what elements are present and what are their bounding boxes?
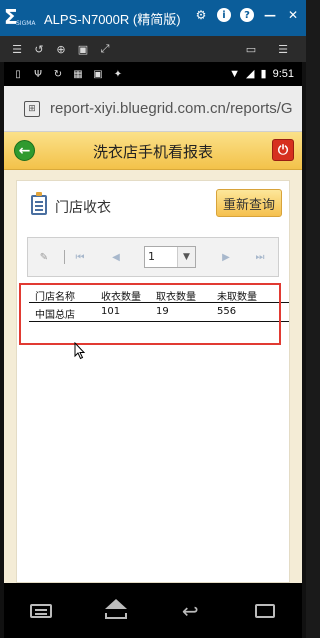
menu-icon <box>30 603 53 618</box>
report-card: 门店收衣 重新查询 ✎ ⏮ ◀ 1 ▼ ▶ ⏭ 门店名称 收衣数量 取衣数量 未… <box>16 180 290 583</box>
mouse-cursor-icon <box>74 342 86 360</box>
page-number-value: 1 <box>148 250 155 263</box>
rotate-icon[interactable]: ↺ <box>32 42 46 56</box>
highlight-box <box>19 283 281 345</box>
wifi-icon: ▼ <box>229 67 241 80</box>
page-info-icon[interactable]: ⊞ <box>24 100 40 117</box>
home-button[interactable] <box>101 598 131 623</box>
pagination-toolbar: ✎ ⏮ ◀ 1 ▼ ▶ ⏭ <box>27 237 279 277</box>
emulator-frame: Σ SIGMA ALPS-N7000R (精简版) ⚙ i ? — ✕ ☰ ↺ … <box>0 0 306 638</box>
first-page-icon[interactable]: ⏮ <box>74 251 86 263</box>
requery-button[interactable]: 重新查询 <box>216 189 282 217</box>
info-icon[interactable]: i <box>217 8 231 22</box>
page-header: ← 洗衣店手机看报表 ⏻ <box>4 132 302 170</box>
lock-icon: ▣ <box>93 68 103 80</box>
screenshot-icon[interactable]: ▣ <box>76 42 90 56</box>
menu-list-icon[interactable]: ☰ <box>10 42 24 56</box>
emulator-title-bar: Σ SIGMA ALPS-N7000R (精简版) ⚙ i ? — ✕ <box>0 0 306 36</box>
android-icon: ✦ <box>113 68 123 80</box>
emulator-device-title: ALPS-N7000R (精简版) <box>44 11 181 27</box>
sync-icon: ↻ <box>53 68 63 80</box>
sigma-logo-text: SIGMA <box>16 20 36 27</box>
pager-divider <box>64 250 65 264</box>
sim-icon: ▯ <box>15 68 21 80</box>
help-icon[interactable]: ? <box>240 8 254 22</box>
menu-button[interactable] <box>26 599 56 623</box>
sigma-logo: Σ SIGMA <box>4 5 36 29</box>
screen-mirror-icon[interactable]: ▭ <box>244 42 258 56</box>
android-nav-bar: ↩ <box>4 583 302 638</box>
usb-icon: Ψ <box>34 68 42 80</box>
gallery-icon: ▦ <box>73 68 83 80</box>
minimize-icon[interactable]: — <box>263 8 277 22</box>
close-icon[interactable]: ✕ <box>286 8 300 22</box>
prev-page-icon[interactable]: ◀ <box>110 251 122 263</box>
settings-gear-icon[interactable]: ⚙ <box>194 8 208 22</box>
report-page: ← 洗衣店手机看报表 ⏻ 门店收衣 重新查询 ✎ ⏮ ◀ 1 ▼ ▶ ⏭ 门店名… <box>4 132 302 583</box>
clipboard-report-icon <box>31 192 47 215</box>
last-page-icon[interactable]: ⏭ <box>254 251 266 263</box>
android-status-bar: ▯ Ψ ↻ ▦ ▣ ✦ ▼ ◢ ▮ 9:51 <box>4 62 302 86</box>
fullscreen-icon[interactable]: ⤢ <box>98 42 112 56</box>
battery-icon: ▮ <box>260 68 267 80</box>
sidebar-toggle-icon[interactable]: ☰ <box>276 42 290 56</box>
home-icon <box>104 598 127 609</box>
recent-apps-button[interactable] <box>250 599 280 623</box>
home-icon-base <box>104 612 127 619</box>
signal-icon: ◢ <box>246 68 255 80</box>
power-logout-icon[interactable]: ⏻ <box>272 139 294 161</box>
status-time: 9:51 <box>272 67 294 80</box>
back-button[interactable]: ↩ <box>175 599 205 623</box>
export-icon[interactable]: ✎ <box>38 251 50 263</box>
browser-url-bar[interactable]: ⊞ report-xiyi.bluegrid.com.cn/reports/G <box>4 86 302 132</box>
chevron-down-icon[interactable]: ▼ <box>177 247 195 267</box>
emulator-toolbar: ☰ ↺ ⊕ ▣ ⤢ ▭ ☰ <box>0 36 306 62</box>
zoom-icon[interactable]: ⊕ <box>54 42 68 56</box>
page-title: 洗衣店手机看报表 <box>92 143 213 161</box>
page-number-select[interactable]: 1 ▼ <box>144 246 196 268</box>
recent-apps-icon <box>254 603 275 618</box>
section-title: 门店收衣 <box>55 200 111 216</box>
url-text[interactable]: report-xiyi.bluegrid.com.cn/reports/G <box>50 100 293 117</box>
back-icon: ↩ <box>181 598 199 623</box>
next-page-icon[interactable]: ▶ <box>220 251 232 263</box>
